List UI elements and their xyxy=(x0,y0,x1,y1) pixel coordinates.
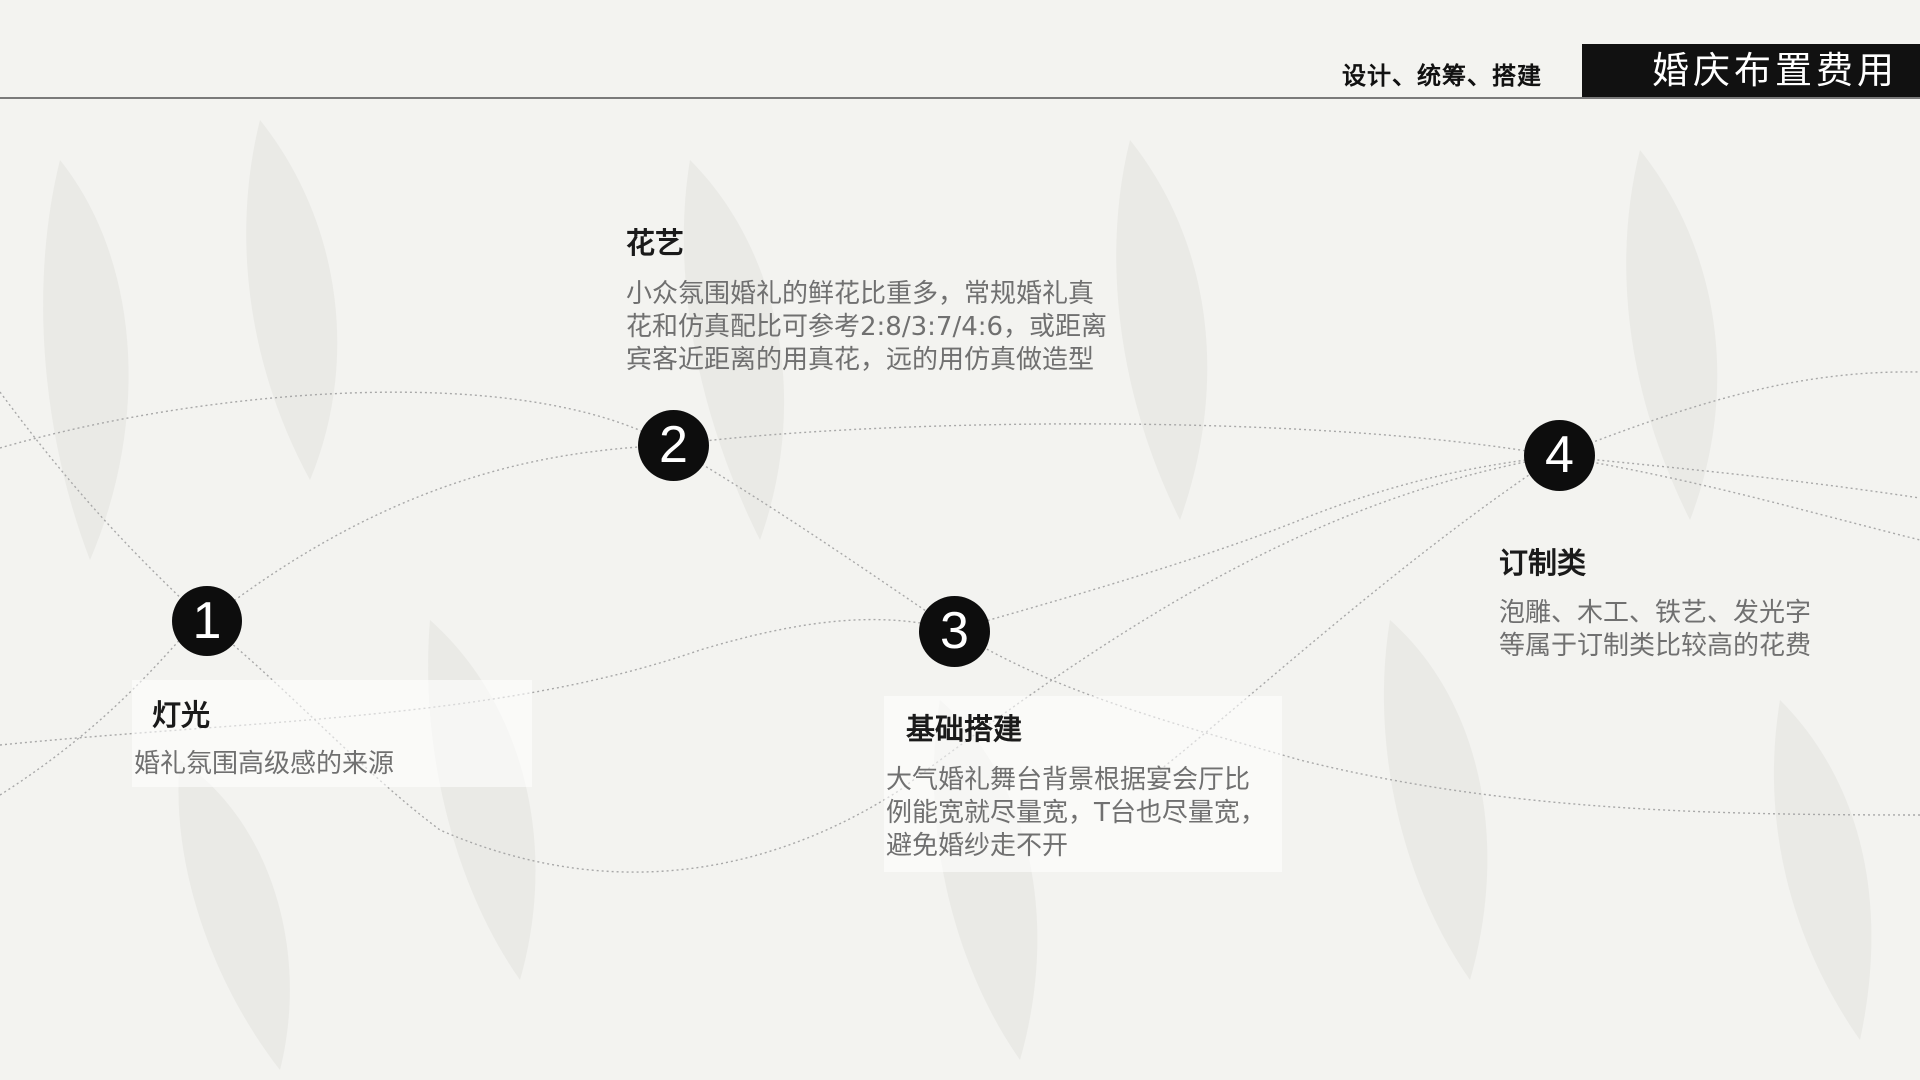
slide: 设计、统筹、搭建 婚庆布置费用 1 灯光 婚礼氛围高级感的来源 2 花艺 小众氛… xyxy=(0,0,1920,1080)
step-1-desc-line: 婚礼氛围高级感的来源 xyxy=(134,749,395,779)
step-2-title: 花艺 xyxy=(626,226,685,260)
step-4-badge: 4 xyxy=(1524,420,1595,491)
step-3-description: 大气婚礼舞台背景根据宴会厅比 例能宽就尽量宽，T台也尽量宽， 避免婚纱走不开 xyxy=(886,764,1266,863)
step-2-desc-line: 宾客近距离的用真花，远的用仿真做造型 xyxy=(626,345,1095,375)
background-decoration xyxy=(0,120,1920,1070)
header-divider xyxy=(0,97,1920,99)
step-4-number: 4 xyxy=(1545,426,1574,484)
step-1-badge: 1 xyxy=(172,586,242,656)
step-1-title: 灯光 xyxy=(152,698,211,732)
step-4-desc-line: 等属于订制类比较高的花费 xyxy=(1499,631,1812,661)
step-4-desc-line: 泡雕、木工、铁艺、发光字 xyxy=(1499,598,1812,628)
step-2-description: 小众氛围婚礼的鲜花比重多，常规婚礼真 花和仿真配比可参考2:8/3:7/4:6，… xyxy=(626,278,1107,377)
step-2-desc-line: 花和仿真配比可参考2:8/3:7/4:6，或距离 xyxy=(626,312,1108,342)
step-4-description: 泡雕、木工、铁艺、发光字 等属于订制类比较高的花费 xyxy=(1499,597,1811,663)
step-2-number: 2 xyxy=(659,416,688,474)
step-3-title: 基础搭建 xyxy=(906,712,1023,746)
header-subtitle: 设计、统筹、搭建 xyxy=(1342,62,1542,90)
step-2-badge: 2 xyxy=(638,410,709,481)
step-1-number: 1 xyxy=(192,592,222,650)
step-2-desc-line: 小众氛围婚礼的鲜花比重多，常规婚礼真 xyxy=(626,279,1095,309)
step-1-description: 婚礼氛围高级感的来源 xyxy=(134,748,394,781)
step-3-desc-line: 避免婚纱走不开 xyxy=(886,831,1069,861)
page-title: 婚庆布置费用 xyxy=(1652,49,1898,92)
step-3-desc-line: 例能宽就尽量宽，T台也尽量宽， xyxy=(886,798,1266,828)
step-3-number: 3 xyxy=(940,602,969,660)
leaf-pattern xyxy=(43,120,1872,1070)
step-3-badge: 3 xyxy=(919,596,990,667)
step-3-desc-line: 大气婚礼舞台背景根据宴会厅比 xyxy=(886,765,1251,795)
step-4-title: 订制类 xyxy=(1499,546,1587,580)
